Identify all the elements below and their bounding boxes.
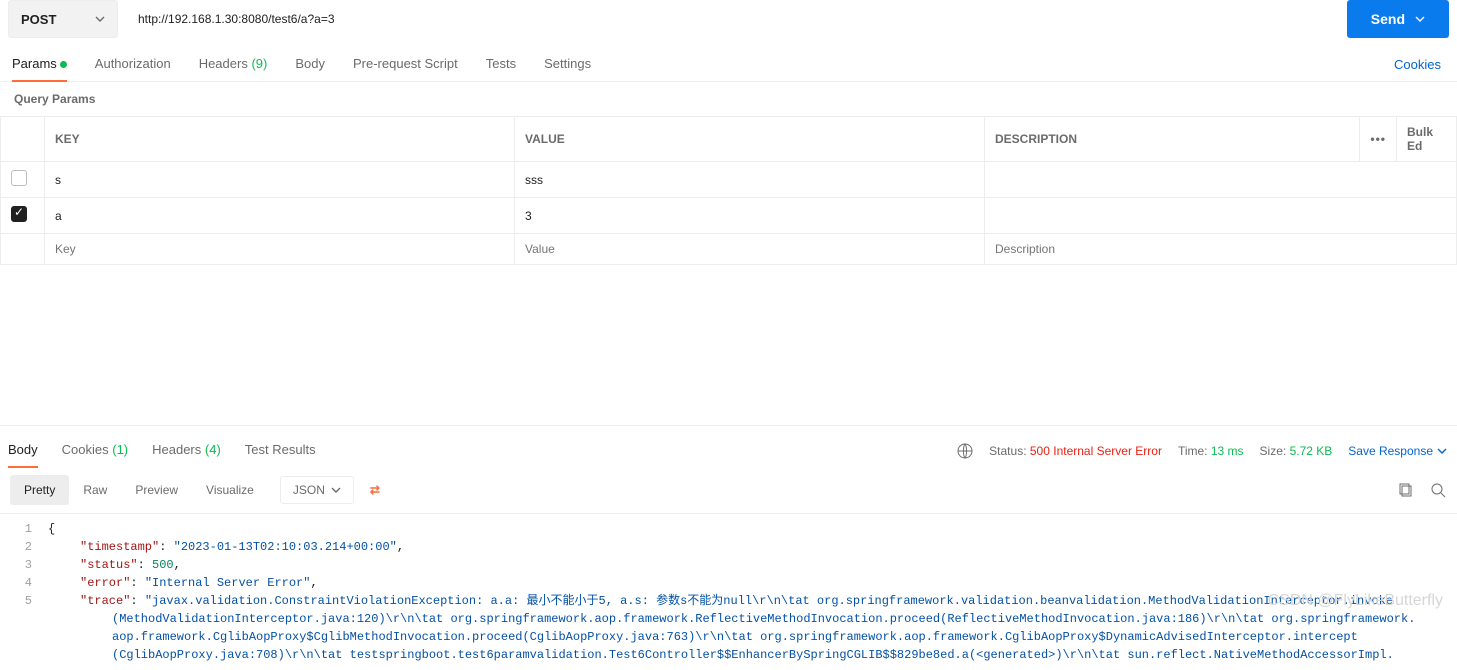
copy-icon[interactable]	[1397, 481, 1415, 499]
tab-body[interactable]: Body	[295, 48, 325, 81]
cell-key[interactable]: s	[45, 162, 515, 198]
table-row: s sss	[1, 162, 1457, 198]
status-meta[interactable]: Status: 500 Internal Server Error	[989, 444, 1162, 458]
resp-tab-headers[interactable]: Headers (4)	[152, 434, 221, 467]
view-preview-button[interactable]: Preview	[121, 475, 192, 505]
cell-description[interactable]	[985, 198, 1457, 234]
method-label: POST	[21, 12, 56, 27]
cell-value-placeholder[interactable]	[515, 234, 985, 265]
table-row: a 3	[1, 198, 1457, 234]
tab-tests[interactable]: Tests	[486, 48, 516, 81]
tab-settings[interactable]: Settings	[544, 48, 591, 81]
bulk-edit-button[interactable]: Bulk Ed	[1397, 117, 1457, 162]
more-dots-icon: •••	[1370, 132, 1386, 146]
cell-key[interactable]: a	[45, 198, 515, 234]
chevron-down-icon	[331, 487, 341, 493]
time-meta[interactable]: Time: 13 ms	[1178, 444, 1244, 458]
cookies-count: (1)	[112, 442, 128, 457]
tab-authorization[interactable]: Authorization	[95, 48, 171, 81]
time-value: 13 ms	[1211, 444, 1244, 458]
query-params-title: Query Params	[0, 82, 1457, 116]
params-dirty-dot	[60, 61, 67, 68]
cell-value[interactable]: 3	[515, 198, 985, 234]
cell-key-placeholder[interactable]	[45, 234, 515, 265]
globe-icon[interactable]	[957, 443, 973, 459]
row-checkbox[interactable]	[11, 206, 27, 222]
chevron-down-icon[interactable]	[1415, 16, 1425, 22]
format-select[interactable]: JSON	[280, 476, 354, 504]
col-header-description: DESCRIPTION	[985, 117, 1360, 162]
headers-count: (9)	[251, 56, 267, 71]
cookies-link[interactable]: Cookies	[1394, 57, 1449, 72]
col-header-key: KEY	[45, 117, 515, 162]
view-pretty-button[interactable]: Pretty	[10, 475, 69, 505]
wrap-lines-button[interactable]: ⇄	[360, 477, 390, 503]
row-checkbox[interactable]	[11, 170, 27, 186]
response-body[interactable]: 1{ 2"timestamp": "2023-01-13T02:10:03.21…	[0, 514, 1457, 670]
method-select[interactable]: POST	[8, 0, 118, 38]
params-table: KEY VALUE DESCRIPTION ••• Bulk Ed s sss …	[0, 116, 1457, 265]
size-meta[interactable]: Size: 5.72 KB	[1260, 444, 1333, 458]
view-visualize-button[interactable]: Visualize	[192, 475, 268, 505]
resp-tab-tests[interactable]: Test Results	[245, 434, 316, 467]
search-icon[interactable]	[1429, 481, 1447, 499]
tab-headers[interactable]: Headers (9)	[199, 48, 268, 81]
view-raw-button[interactable]: Raw	[69, 475, 121, 505]
chevron-down-icon	[95, 16, 105, 22]
cell-description-placeholder[interactable]	[985, 234, 1457, 265]
tab-prerequest[interactable]: Pre-request Script	[353, 48, 458, 81]
col-header-value: VALUE	[515, 117, 985, 162]
size-value: 5.72 KB	[1290, 444, 1333, 458]
resp-tab-cookies[interactable]: Cookies (1)	[62, 434, 128, 467]
save-response-button[interactable]: Save Response	[1348, 444, 1447, 458]
chevron-down-icon	[1437, 448, 1447, 454]
cell-description[interactable]	[985, 162, 1457, 198]
url-input[interactable]	[126, 0, 1339, 38]
tab-params[interactable]: Params	[12, 48, 67, 81]
send-label: Send	[1371, 11, 1405, 27]
send-button[interactable]: Send	[1347, 0, 1449, 38]
table-row-new	[1, 234, 1457, 265]
cell-value[interactable]: sss	[515, 162, 985, 198]
col-more[interactable]: •••	[1360, 117, 1397, 162]
status-value: 500 Internal Server Error	[1030, 444, 1162, 458]
resp-tab-body[interactable]: Body	[8, 434, 38, 467]
resp-headers-count: (4)	[205, 442, 221, 457]
